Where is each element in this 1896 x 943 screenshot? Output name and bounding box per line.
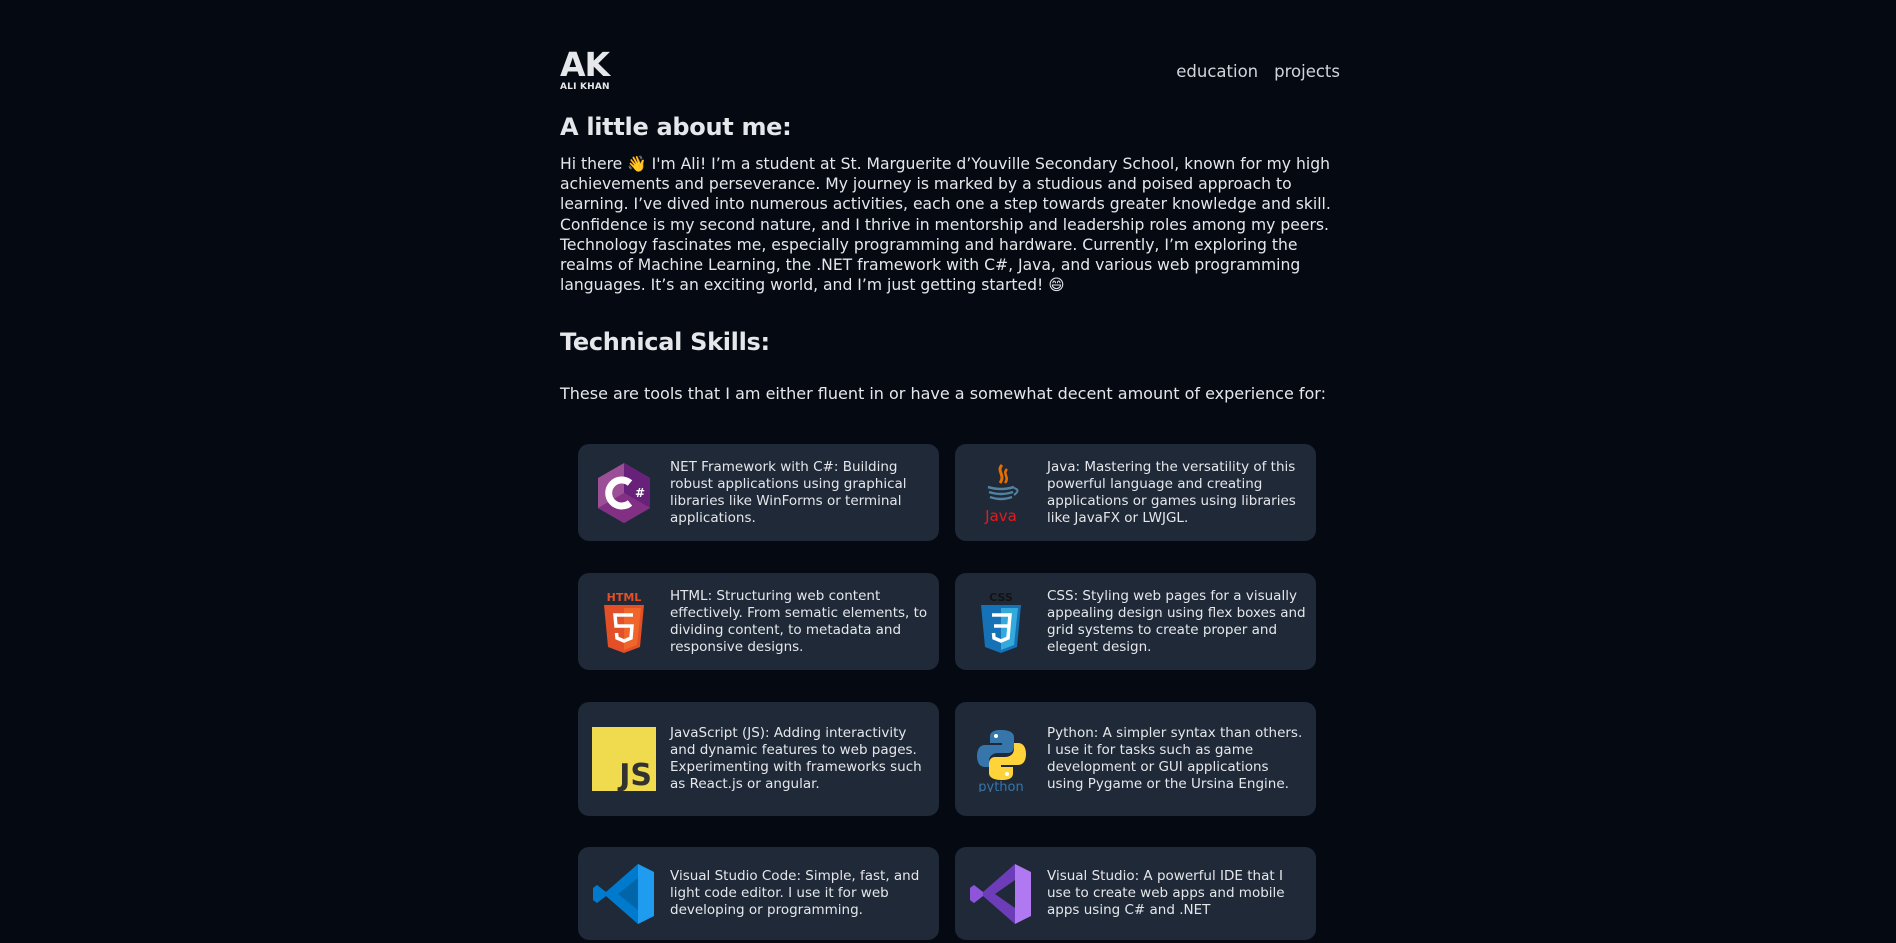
skill-description: Java: Mastering the versatility of this … <box>1047 458 1296 526</box>
skill-card-visual-studio: Visual Studio: A powerful IDE that I use… <box>955 847 1316 940</box>
skills-heading: Technical Skills: <box>560 328 770 356</box>
about-paragraph: Hi there 👋 I'm Ali! I’m a student at St.… <box>560 155 1331 295</box>
logo-mark: AK <box>560 45 610 84</box>
skill-description: NET Framework with C#: Building robust a… <box>670 458 907 526</box>
css3-icon: CSS <box>969 590 1033 654</box>
svg-text:#: # <box>635 486 645 500</box>
skill-description: Visual Studio Code: Simple, fast, and li… <box>670 868 920 918</box>
skill-description: JavaScript (JS): Adding interactivity an… <box>670 725 922 792</box>
skill-card-css: CSS CSS: Styling web pages for a visuall… <box>955 573 1316 670</box>
nav-link-projects[interactable]: projects <box>1274 62 1340 81</box>
main-container: AK ALI KHAN education projects A little … <box>560 0 1340 940</box>
svg-text:HTML: HTML <box>607 591 642 604</box>
svg-text:python: python <box>978 780 1023 792</box>
skill-card-vscode: Visual Studio Code: Simple, fast, and li… <box>578 847 939 940</box>
logo-link[interactable]: AK ALI KHAN <box>560 45 610 92</box>
skill-card-java: Java Java: Mastering the versatility of … <box>955 444 1316 541</box>
skill-card-python: python Python: A simpler syntax than oth… <box>955 702 1316 816</box>
skill-description: HTML: Structuring web content effectivel… <box>670 587 928 655</box>
nav-link-education[interactable]: education <box>1176 62 1258 81</box>
logo-name: ALI KHAN <box>560 82 610 92</box>
top-nav: education projects <box>1176 62 1340 81</box>
page: AK ALI KHAN education projects A little … <box>0 0 1896 943</box>
csharp-icon: # <box>592 461 656 525</box>
skills-intro: These are tools that I am either fluent … <box>560 384 1326 403</box>
skill-description: Visual Studio: A powerful IDE that I use… <box>1047 868 1285 918</box>
visual-studio-icon <box>969 862 1033 926</box>
javascript-icon: JS <box>592 727 656 791</box>
skill-description: Python: A simpler syntax than others. I … <box>1047 725 1303 792</box>
about-heading: A little about me: <box>560 113 792 141</box>
skill-card-csharp: # NET Framework with C#: Building robust… <box>578 444 939 541</box>
python-icon: python <box>969 727 1033 792</box>
skill-description: CSS: Styling web pages for a visually ap… <box>1047 587 1306 655</box>
vscode-icon <box>592 862 656 926</box>
skill-card-javascript: JS JavaScript (JS): Adding interactivity… <box>578 702 939 816</box>
svg-text:CSS: CSS <box>989 591 1013 604</box>
skill-card-html: HTML HTML: Structuring web content effec… <box>578 573 939 670</box>
html5-icon: HTML <box>592 590 656 654</box>
svg-text:JS: JS <box>617 758 652 791</box>
svg-text:Java: Java <box>984 507 1017 525</box>
java-icon: Java <box>969 461 1033 525</box>
site-header: AK ALI KHAN education projects <box>560 0 1340 100</box>
